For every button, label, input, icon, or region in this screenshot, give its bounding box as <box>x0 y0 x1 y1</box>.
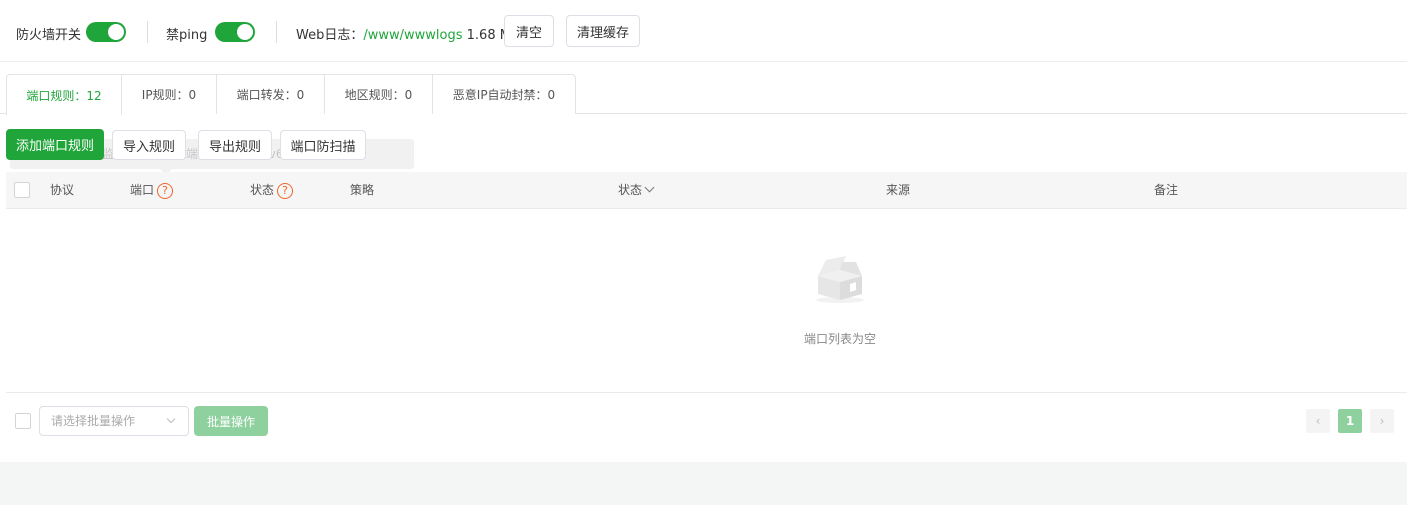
table-divider <box>6 392 1407 393</box>
toggle-knob <box>108 24 124 40</box>
toggle-knob <box>237 24 253 40</box>
import-rules-button[interactable]: 导入规则 <box>112 130 186 160</box>
select-all-checkbox[interactable] <box>14 182 30 198</box>
column-source: 来源 <box>886 183 911 197</box>
ping-toggle[interactable] <box>215 22 255 42</box>
table-header: 协议 端口? 状态? 策略 状态 来源 备注 <box>6 172 1407 209</box>
column-protocol: 协议 <box>50 183 75 197</box>
add-port-rule-button[interactable]: 添加端口规则 <box>6 129 104 160</box>
tab-malicious-ip-ban[interactable]: 恶意IP自动封禁：0 <box>433 74 576 114</box>
tab-port-forward[interactable]: 端口转发：0 <box>217 74 325 114</box>
empty-state-text: 端口列表为空 <box>803 332 876 346</box>
clear-cache-button[interactable]: 清理缓存 <box>566 15 640 47</box>
column-status-filter-label: 状态 <box>618 183 643 197</box>
empty-box-icon <box>816 256 864 303</box>
batch-operation-button[interactable]: 批量操作 <box>194 406 268 436</box>
column-status-label: 状态 <box>250 183 275 197</box>
ping-switch-label: 禁ping <box>166 28 208 43</box>
weblog-path-link[interactable]: /www/wwwlogs <box>363 28 462 43</box>
port-scan-protect-button[interactable]: 端口防扫描 <box>280 130 366 160</box>
divider <box>147 21 148 43</box>
column-policy: 策略 <box>350 183 375 197</box>
weblog-label: Web日志： <box>296 28 364 43</box>
column-status-filter[interactable]: 状态 <box>618 172 655 209</box>
firewall-switch-label: 防火墙开关 <box>16 28 82 43</box>
column-port: 端口? <box>130 172 174 209</box>
tab-region-rules[interactable]: 地区规则：0 <box>325 74 433 114</box>
batch-select-placeholder: 请选择批量操作 <box>51 414 136 428</box>
footer-select-all-checkbox[interactable] <box>15 413 31 429</box>
rule-tabs: 端口规则：12 IP规则：0 端口转发：0 地区规则：0 恶意IP自动封禁：0 <box>0 74 1407 115</box>
prev-page-button[interactable]: ‹ <box>1306 409 1330 433</box>
column-remark: 备注 <box>1154 183 1179 197</box>
column-port-label: 端口 <box>130 183 155 197</box>
tab-ip-rules[interactable]: IP规则：0 <box>122 74 217 114</box>
batch-operation-select[interactable]: 请选择批量操作 <box>39 406 189 436</box>
next-page-button[interactable]: › <box>1370 409 1394 433</box>
page-number-current[interactable]: 1 <box>1338 409 1362 433</box>
help-icon[interactable]: ? <box>277 182 294 199</box>
firewall-topbar: 防火墙开关 禁ping Web日志：/www/wwwlogs 1.68 MB 清… <box>0 0 1407 62</box>
clear-log-button[interactable]: 清空 <box>504 15 554 47</box>
help-icon[interactable]: ? <box>157 182 174 199</box>
export-rules-button[interactable]: 导出规则 <box>198 130 272 160</box>
chevron-down-icon <box>166 414 176 424</box>
tab-port-rules[interactable]: 端口规则：12 <box>6 74 122 115</box>
firewall-toggle[interactable] <box>86 22 126 42</box>
firewall-panel: 防火墙开关 禁ping Web日志：/www/wwwlogs 1.68 MB 清… <box>0 0 1407 462</box>
chevron-down-icon <box>644 182 655 193</box>
divider <box>276 21 277 43</box>
column-status: 状态? <box>250 172 294 209</box>
weblog-info: Web日志：/www/wwwlogs 1.68 MB <box>296 24 520 43</box>
